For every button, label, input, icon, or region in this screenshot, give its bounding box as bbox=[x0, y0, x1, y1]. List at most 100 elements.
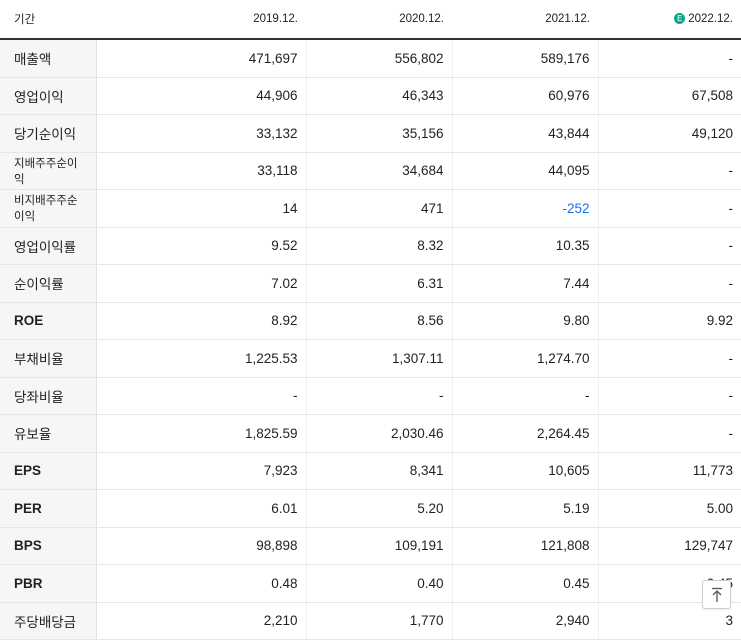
row-label: 순이익률 bbox=[0, 264, 97, 303]
row-label: 부채비율 bbox=[0, 339, 97, 378]
table-row: 유보율 1,825.59 2,030.46 2,264.45- bbox=[0, 414, 741, 453]
table-row: ROE 8.92 8.56 9.80 9.92 bbox=[0, 302, 741, 340]
table-cell: 5.20 bbox=[305, 489, 452, 528]
table-cell: 471,697 bbox=[95, 39, 306, 78]
table-cell: - bbox=[597, 39, 741, 78]
table-cell: 556,802 bbox=[305, 39, 452, 78]
row-label: 영업이익 bbox=[0, 77, 97, 115]
table-cell: 11,773 bbox=[597, 451, 741, 490]
table-cell: 33,118 bbox=[95, 152, 306, 190]
table-cell: 1,274.70 bbox=[451, 339, 598, 378]
table-cell: 1,770 bbox=[305, 601, 452, 640]
table-row: EPS 7,923 8,341 10,605 11,773 bbox=[0, 451, 741, 490]
table-cell: 2,030.46 bbox=[305, 414, 452, 453]
table-cell: 8.56 bbox=[305, 302, 452, 340]
row-label: 유보율 bbox=[0, 414, 97, 453]
table-cell: 5.19 bbox=[451, 489, 598, 528]
table-cell: 35,156 bbox=[305, 114, 452, 153]
row-label: ROE bbox=[0, 302, 97, 340]
table-cell: 10.35 bbox=[451, 226, 598, 265]
estimate-badge-icon: E bbox=[674, 13, 686, 24]
table-cell: - bbox=[597, 226, 741, 265]
table-row: 영업이익 44,906 46,343 60,976 67,508 bbox=[0, 77, 741, 115]
table-cell: 60,976 bbox=[451, 77, 598, 115]
table-cell: 14 bbox=[95, 189, 306, 228]
table-cell: - bbox=[597, 189, 741, 228]
table-cell: 7.02 bbox=[95, 264, 306, 303]
table-row: 매출액 471,697 556,802 589,176- bbox=[0, 39, 741, 78]
table-cell: 98,898 bbox=[95, 527, 306, 565]
table-cell: 33,132 bbox=[95, 114, 306, 153]
table-row: PER 6.01 5.20 5.19 5.00 bbox=[0, 489, 741, 528]
row-label: 지배주주순이익 bbox=[0, 152, 97, 190]
table-cell: 1,225.53 bbox=[95, 339, 306, 378]
table-cell: 46,343 bbox=[305, 77, 452, 115]
table-cell: 9.92 bbox=[597, 302, 741, 340]
table-cell: 109,191 bbox=[305, 527, 452, 565]
table-cell: 1,825.59 bbox=[95, 414, 306, 453]
table-cell: 2,940 bbox=[451, 601, 598, 640]
table-cell: 10,605 bbox=[451, 451, 598, 490]
row-label: EPS bbox=[0, 451, 97, 490]
table-cell: 6.01 bbox=[95, 489, 306, 528]
table-row: PBR0.480.400.450.45 bbox=[0, 564, 741, 603]
column-header-2019: 2019.12. bbox=[96, 0, 306, 40]
table-cell: 8,341 bbox=[305, 451, 452, 490]
table-cell: 2,210 bbox=[95, 601, 306, 640]
table-row: 당좌비율 - - - - bbox=[0, 377, 741, 415]
table-cell: 7,923 bbox=[95, 451, 306, 490]
table-row: 주당배당금 2,210 1,770 2,940 3 bbox=[0, 601, 741, 640]
table-cell: - bbox=[597, 264, 741, 303]
table-cell: - bbox=[597, 339, 741, 378]
arrow-up-to-top-icon bbox=[711, 587, 722, 602]
table-cell: 9.52 bbox=[95, 226, 306, 265]
table-cell: - bbox=[597, 377, 741, 415]
table-cell: - bbox=[305, 377, 452, 415]
scroll-to-top-button[interactable] bbox=[702, 580, 731, 609]
column-header-2020: 2020.12. bbox=[306, 0, 452, 40]
table-cell: 2,264.45 bbox=[451, 414, 598, 453]
table-cell: - bbox=[95, 377, 306, 415]
row-label: 비지배주주순이익 bbox=[0, 189, 97, 228]
table-cell: 6.31 bbox=[305, 264, 452, 303]
row-label: 매출액 bbox=[0, 39, 97, 78]
row-label: 당좌비율 bbox=[0, 377, 97, 415]
row-label: PBR bbox=[0, 564, 97, 603]
table-cell: 8.32 bbox=[305, 226, 452, 265]
table-cell: -252 bbox=[451, 189, 598, 228]
table-cell: 0.45 bbox=[451, 564, 598, 603]
row-label: 당기순이익 bbox=[0, 114, 97, 153]
table-row: 당기순이익 33,132 35,156 43,844 49,120 bbox=[0, 114, 741, 153]
table-row: 지배주주순이익 33,118 34,684 44,095- bbox=[0, 152, 741, 190]
table-row: 부채비율 1,225.53 1,307.11 1,274.70- bbox=[0, 339, 741, 378]
column-header-2022-label: 2022.12. bbox=[688, 13, 733, 25]
table-cell: 44,906 bbox=[95, 77, 306, 115]
table-row: 순이익률 7.02 6.31 7.44- bbox=[0, 264, 741, 303]
table-header-row: 기간 2019.12. 2020.12. 2021.12. E 2022.12. bbox=[0, 0, 741, 40]
table-row: 영업이익률 9.52 8.32 10.35- bbox=[0, 226, 741, 265]
financial-table: 기간 2019.12. 2020.12. 2021.12. E 2022.12. … bbox=[0, 0, 741, 640]
table-cell: 49,120 bbox=[597, 114, 741, 153]
table-cell: 471 bbox=[305, 189, 452, 228]
table-cell: - bbox=[451, 377, 598, 415]
table-cell: - bbox=[597, 152, 741, 190]
table-cell: 9.80 bbox=[451, 302, 598, 340]
period-header: 기간 bbox=[0, 0, 96, 40]
column-header-2022: E 2022.12. bbox=[598, 0, 741, 40]
table-cell: 44,095 bbox=[451, 152, 598, 190]
row-label: 영업이익률 bbox=[0, 226, 97, 265]
table-cell: 8.92 bbox=[95, 302, 306, 340]
table-cell: 0.48 bbox=[95, 564, 306, 603]
table-cell: 129,747 bbox=[597, 527, 741, 565]
row-label: 주당배당금 bbox=[0, 601, 97, 640]
financial-summary-panel: 기간 2019.12. 2020.12. 2021.12. E 2022.12. … bbox=[0, 0, 741, 640]
table-cell: 121,808 bbox=[451, 527, 598, 565]
table-row: 비지배주주순이익 14 471 -252- bbox=[0, 189, 741, 228]
table-cell: 5.00 bbox=[597, 489, 741, 528]
row-label: PER bbox=[0, 489, 97, 528]
table-cell: 43,844 bbox=[451, 114, 598, 153]
table-cell: 7.44 bbox=[451, 264, 598, 303]
column-header-2021: 2021.12. bbox=[452, 0, 598, 40]
row-label: BPS bbox=[0, 527, 97, 565]
table-cell: 67,508 bbox=[597, 77, 741, 115]
